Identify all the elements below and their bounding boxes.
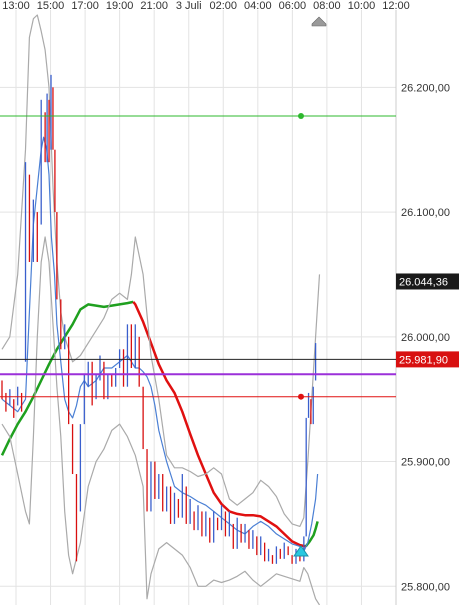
y-tick-label: 26.000,00	[401, 332, 450, 344]
price-tag-label: 25.981,90	[399, 354, 448, 366]
x-tick-label: 17:00	[71, 0, 99, 12]
y-tick-label: 26.100,00	[401, 207, 450, 219]
y-tick-label: 25.900,00	[401, 457, 450, 469]
x-tick-label: 21:00	[140, 0, 168, 12]
y-tick-label: 25.800,00	[401, 581, 450, 593]
x-tick-label: 06:00	[279, 0, 307, 12]
x-tick-label: 10:00	[348, 0, 376, 12]
level-marker	[298, 393, 304, 400]
x-tick-label: 12:00	[382, 0, 410, 12]
x-tick-label: 04:00	[244, 0, 272, 12]
x-tick-label: 02:00	[210, 0, 238, 12]
x-tick-label: 08:00	[313, 0, 341, 12]
x-tick-label: 3 Juli	[176, 0, 202, 12]
price-tag-label: 26.044,36	[399, 276, 448, 288]
level-marker	[298, 113, 304, 120]
price-chart: 13:00 15:00 17:00 19:00 21:00 3 Juli 02:00 04:0…	[0, 0, 459, 605]
x-tick-label: 15:00	[37, 0, 65, 12]
y-tick-label: 26.200,00	[401, 82, 450, 94]
x-tick-label: 13:00	[2, 0, 30, 12]
x-tick-label: 19:00	[106, 0, 134, 12]
